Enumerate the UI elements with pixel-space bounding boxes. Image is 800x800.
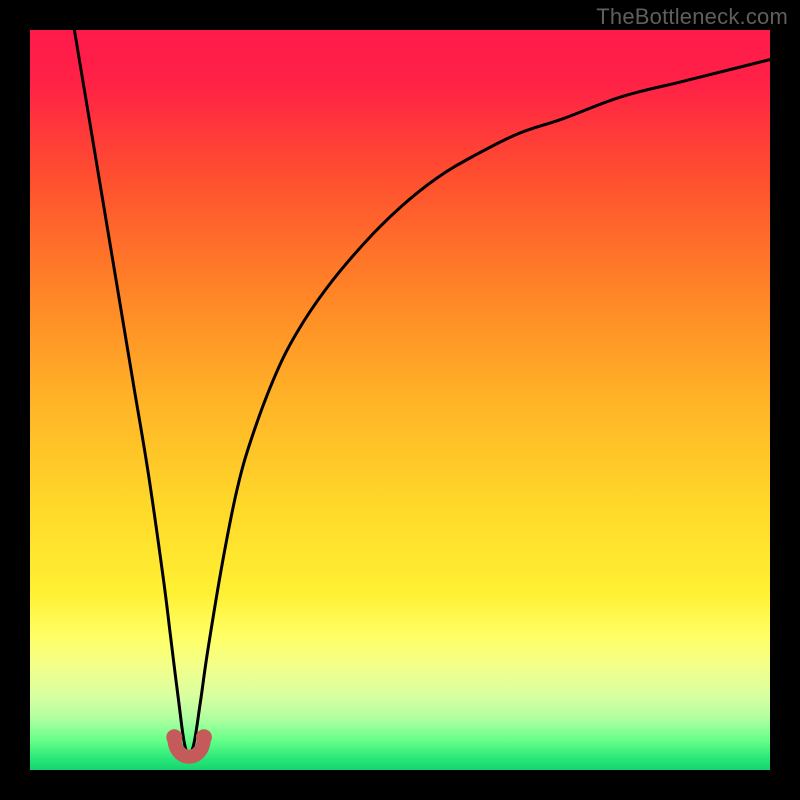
watermark-text: TheBottleneck.com	[596, 4, 788, 30]
curve-layer	[30, 30, 770, 770]
plot-area	[30, 30, 770, 770]
min-marker	[166, 729, 212, 757]
chart-frame: TheBottleneck.com	[0, 0, 800, 800]
bottleneck-curve	[74, 30, 770, 754]
